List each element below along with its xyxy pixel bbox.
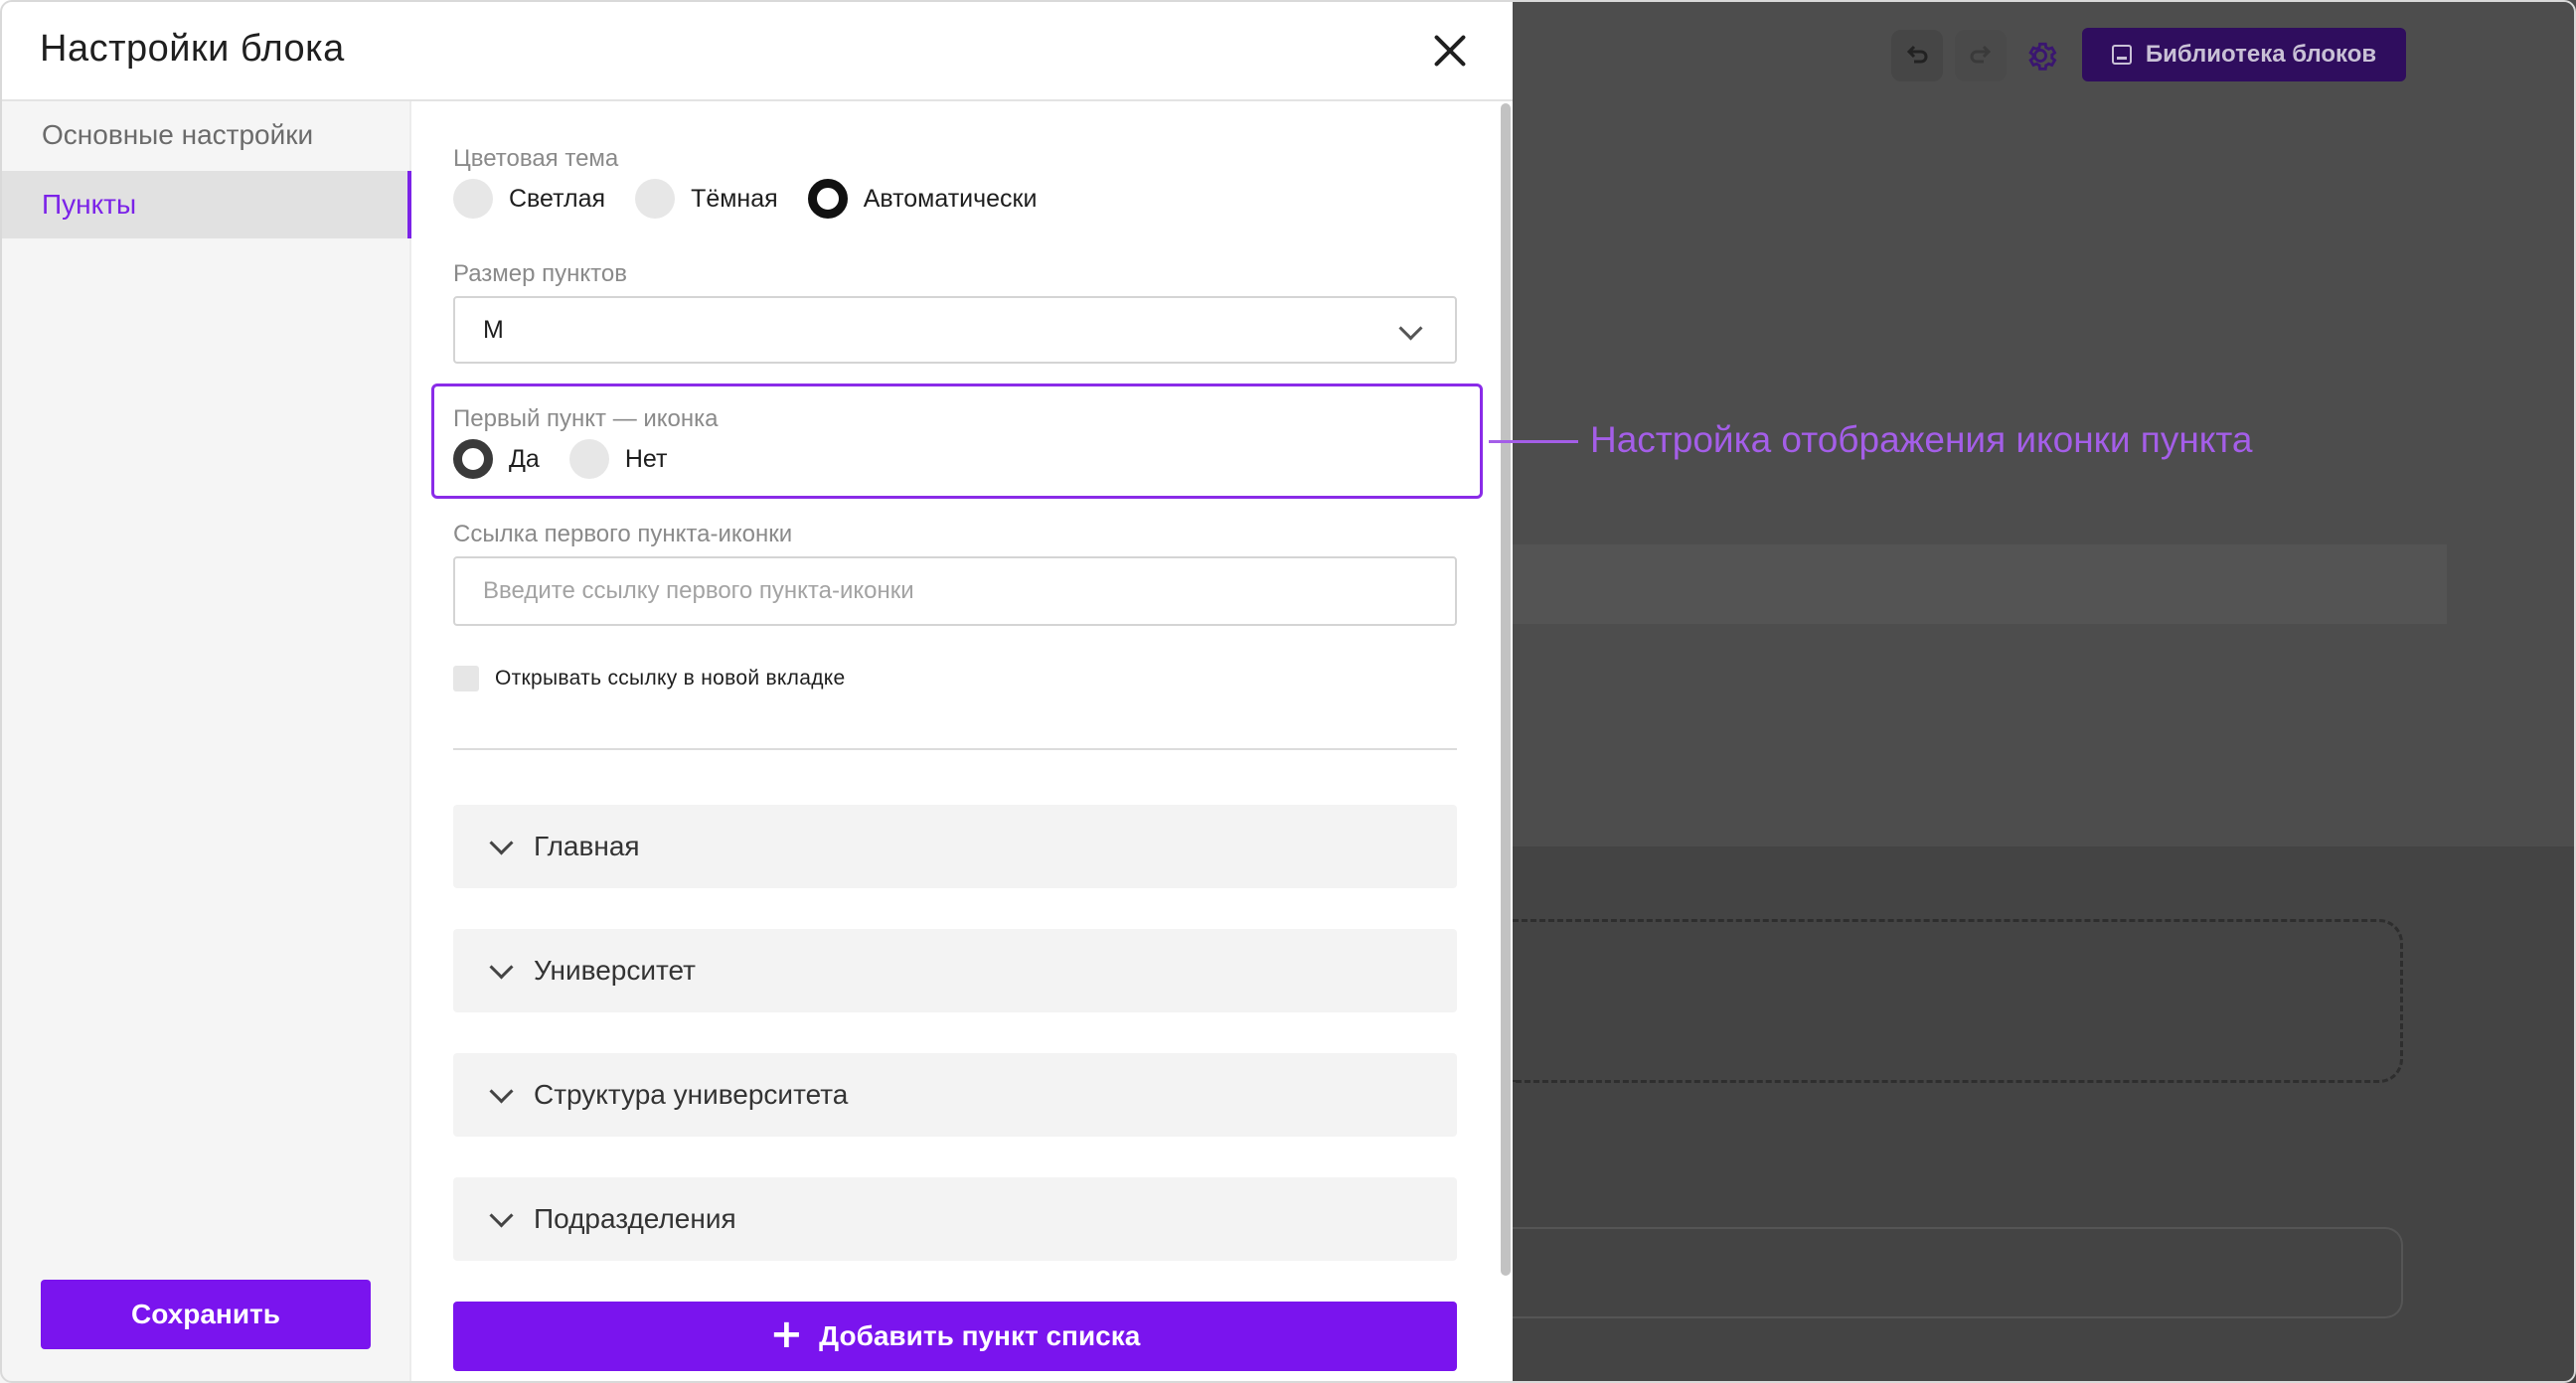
modal-header: Настройки блока	[0, 0, 1513, 101]
theme-light-label: Светлая	[509, 184, 606, 213]
chevron-down-icon	[489, 830, 514, 855]
content-scrollbar[interactable]	[1499, 101, 1513, 1383]
undo-icon	[1906, 45, 1928, 64]
plus-icon: +	[769, 1311, 804, 1357]
link-label: Ссылка первого пункта-иконки	[453, 521, 793, 547]
list-item-accordion[interactable]: Главная	[453, 805, 1457, 888]
dropzone	[1513, 919, 2403, 1083]
sidebar-item-main-settings[interactable]: Основные настройки	[0, 101, 411, 169]
screen: Библиотека блоков Настройки блока Основн…	[0, 0, 2576, 1383]
settings-content: Цветовая тема Светлая Тёмная Автоматичес…	[411, 101, 1513, 1383]
backdrop-strip	[1513, 544, 2447, 624]
new-tab-label: Открывать ссылку в новой вкладке	[495, 667, 846, 690]
save-button[interactable]: Сохранить	[41, 1280, 371, 1349]
link-input[interactable]	[453, 556, 1457, 626]
first-icon-yes-radio[interactable]	[453, 439, 493, 479]
annotation-line	[1489, 440, 1578, 443]
first-icon-label: Первый пункт — иконка	[453, 405, 719, 432]
size-label: Размер пунктов	[453, 260, 627, 287]
annotation-text: Настройка отображения иконки пункта	[1590, 419, 2253, 460]
redo-button[interactable]	[1955, 30, 2007, 81]
editor-backdrop: Библиотека блоков	[1513, 0, 2576, 1383]
sidebar-item-items[interactable]: Пункты	[0, 171, 411, 238]
list-item-label: Главная	[534, 831, 640, 861]
list-item-accordion[interactable]: Подразделения	[453, 1177, 1457, 1261]
list-item-label: Подразделения	[534, 1203, 736, 1234]
size-select[interactable]: M	[453, 296, 1457, 364]
theme-label: Цветовая тема	[453, 145, 619, 172]
gear-icon	[2028, 42, 2057, 71]
theme-auto-radio[interactable]	[807, 179, 848, 219]
list-item-accordion[interactable]: Университет	[453, 929, 1457, 1012]
block-library-label: Библиотека блоков	[2145, 41, 2377, 68]
theme-dark-label: Тёмная	[691, 184, 778, 213]
first-icon-radio-group: Да Нет	[453, 439, 697, 479]
add-list-item-button[interactable]: + Добавить пункт списка	[453, 1302, 1457, 1371]
chevron-down-icon	[489, 954, 514, 980]
backdrop-block	[1513, 1227, 2403, 1318]
theme-light-radio[interactable]	[453, 179, 493, 219]
list-item-label: Университет	[534, 955, 696, 986]
settings-sidebar: Основные настройки Пункты Сохранить	[0, 101, 411, 1383]
new-tab-checkbox[interactable]	[453, 666, 479, 692]
size-select-value: M	[483, 315, 504, 344]
theme-auto-label: Автоматически	[863, 184, 1038, 213]
redo-icon	[1970, 45, 1992, 64]
first-icon-no-label: Нет	[624, 444, 668, 473]
sidebar-item-label: Основные настройки	[42, 119, 314, 150]
close-icon[interactable]	[1429, 30, 1471, 72]
scrollbar-thumb[interactable]	[1501, 103, 1511, 1276]
undo-button[interactable]	[1891, 30, 1943, 81]
chevron-down-icon	[1398, 316, 1423, 341]
new-tab-option[interactable]: Открывать ссылку в новой вкладке	[453, 666, 845, 692]
sidebar-item-label: Пункты	[42, 189, 137, 220]
modal-title: Настройки блока	[40, 28, 345, 70]
library-icon	[2111, 45, 2132, 65]
first-icon-yes-label: Да	[509, 444, 540, 473]
list-item-accordion[interactable]: Структура университета	[453, 1053, 1457, 1137]
theme-radio-group: Светлая Тёмная Автоматически	[453, 179, 1066, 219]
block-library-button[interactable]: Библиотека блоков	[2082, 28, 2406, 81]
settings-button[interactable]	[2014, 30, 2066, 81]
chevron-down-icon	[489, 1078, 514, 1104]
add-list-item-label: Добавить пункт списка	[819, 1320, 1141, 1351]
block-settings-modal: Настройки блока Основные настройки Пункт…	[0, 0, 1513, 1383]
list-item-label: Структура университета	[534, 1079, 849, 1110]
divider	[453, 748, 1457, 750]
chevron-down-icon	[489, 1202, 514, 1228]
theme-dark-radio[interactable]	[635, 179, 676, 219]
first-icon-no-radio[interactable]	[568, 439, 609, 479]
